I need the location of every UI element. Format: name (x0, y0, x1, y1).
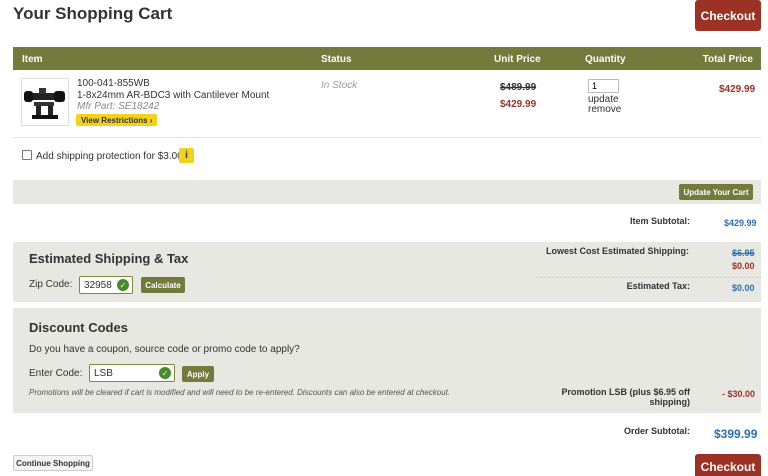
discount-codes-section: Discount Codes Do you have a coupon, sou… (13, 308, 761, 413)
item-subtotal-value: $429.99 (724, 218, 757, 228)
checkout-button-bottom[interactable]: Checkout (695, 454, 761, 476)
enter-code-label: Enter Code: (29, 368, 83, 379)
promotion-value: - $30.00 (722, 389, 756, 399)
zip-code-value: 32958 (84, 279, 112, 291)
order-subtotal-label: Order Subtotal: (623, 426, 690, 436)
item-total-price: $429.99 (719, 84, 756, 95)
apply-button[interactable]: Apply (182, 366, 214, 382)
checkout-button-top[interactable]: Checkout (695, 0, 761, 31)
discount-code-input[interactable]: LSB ✓ (89, 364, 175, 382)
shipping-current: $0.00 (732, 261, 755, 271)
remove-link[interactable]: remove (588, 104, 621, 115)
header-quantity: Quantity (585, 54, 626, 65)
discount-codes-title: Discount Codes (29, 320, 128, 335)
header-unit-price: Unit Price (494, 54, 541, 65)
lowest-shipping-label: Lowest Cost Estimated Shipping: (545, 246, 689, 256)
header-total-price: Total Price (702, 54, 753, 65)
discount-question: Do you have a coupon, source code or pro… (29, 344, 300, 355)
shipping-protection-row: Add shipping protection for $3.00 i (13, 138, 761, 180)
order-subtotal-value: $399.99 (714, 427, 758, 441)
cart-table-header: Item Status Unit Price Quantity Total Pr… (13, 47, 761, 70)
estimated-shipping-section: Estimated Shipping & Tax Zip Code: 32958… (13, 242, 761, 302)
product-sku[interactable]: 100-041-855WB (77, 78, 150, 89)
estimated-tax-label: Estimated Tax: (626, 281, 690, 291)
unit-price-sale: $429.99 (500, 99, 537, 110)
info-icon[interactable]: i (179, 148, 194, 163)
promotion-note: Promotions will be cleared if cart is mo… (29, 388, 451, 397)
item-subtotal-row: Item Subtotal: $429.99 (13, 204, 761, 242)
divider (536, 277, 761, 278)
page-title: Your Shopping Cart (13, 4, 173, 23)
check-circle-icon: ✓ (159, 367, 171, 379)
calculate-button[interactable]: Calculate (141, 277, 185, 293)
shipping-original: $6.95 (732, 248, 755, 258)
continue-shopping-button[interactable]: Continue Shopping (13, 455, 93, 471)
promotion-label: Promotion LSB (plus $6.95 off shipping) (561, 387, 690, 407)
shipping-protection-label: Add shipping protection for $3.00 (36, 151, 183, 162)
zip-code-input[interactable]: 32958 ✓ (79, 276, 133, 294)
product-name[interactable]: 1-8x24mm AR-BDC3 with Cantilever Mount (77, 90, 269, 101)
check-circle-icon: ✓ (117, 279, 129, 291)
zip-code-label: Zip Code: (29, 279, 73, 290)
product-mfr-part: Mfr Part: SE18242 (77, 101, 160, 112)
update-cart-bar: Update Your Cart (13, 180, 761, 204)
cart-item-row: 100-041-855WB 1-8x24mm AR-BDC3 with Cant… (13, 70, 761, 138)
estimated-tax-value: $0.00 (732, 283, 755, 293)
item-subtotal-label: Item Subtotal: (630, 216, 690, 226)
estimated-shipping-title: Estimated Shipping & Tax (29, 251, 189, 266)
quantity-input[interactable] (588, 79, 619, 93)
scope-image-icon (24, 88, 65, 119)
update-cart-button[interactable]: Update Your Cart (679, 184, 753, 200)
stock-status: In Stock (321, 80, 358, 91)
unit-price-original: $489.99 (500, 82, 537, 93)
view-restrictions-button[interactable]: View Restrictions › (76, 114, 158, 126)
discount-code-value: LSB (94, 367, 113, 379)
shipping-protection-checkbox[interactable] (22, 150, 32, 160)
header-item: Item (22, 54, 43, 65)
header-status: Status (321, 54, 352, 65)
product-thumbnail[interactable] (21, 78, 69, 126)
order-subtotal-row: Order Subtotal: $399.99 (13, 413, 761, 453)
